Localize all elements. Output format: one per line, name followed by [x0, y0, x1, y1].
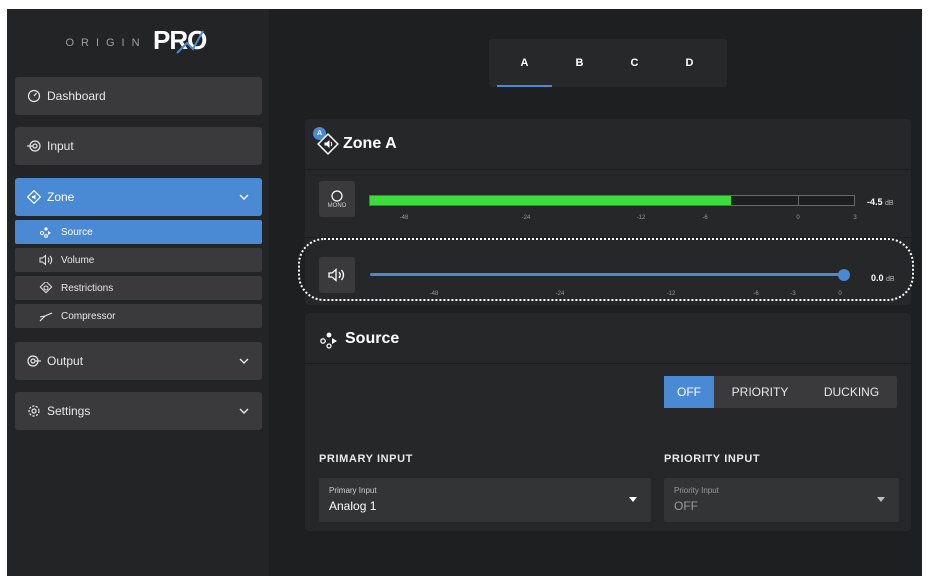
priority-input-value: OFF — [674, 499, 698, 513]
tab-zone-b[interactable]: B — [552, 39, 607, 87]
zone-tabs: A B C D — [489, 39, 727, 87]
tab-zone-d[interactable]: D — [662, 39, 717, 87]
meter-readout: -4.5 dB — [867, 197, 894, 207]
meter-tick: 0 — [796, 215, 800, 221]
sidebar-item-label: Settings — [47, 404, 91, 418]
priority-input-select: Priority Input OFF — [664, 478, 899, 522]
level-meter-fill — [370, 196, 731, 205]
sidebar-subitem-label: Volume — [61, 254, 95, 266]
compressor-icon — [39, 310, 53, 322]
app-window: ORIGIN PRO Dashboard Input Zone Source V… — [7, 9, 922, 576]
priority-input-heading: PRIORITY INPUT — [664, 453, 761, 465]
sidebar-item-label: Zone — [47, 190, 75, 204]
sidebar-item-input[interactable]: Input — [15, 127, 262, 165]
sidebar: ORIGIN PRO Dashboard Input Zone Source V… — [7, 9, 269, 576]
primary-input-heading: PRIMARY INPUT — [319, 453, 413, 465]
restrictions-icon — [39, 282, 53, 294]
sidebar-subitem-compressor[interactable]: Compressor — [15, 304, 262, 328]
sidebar-item-label: Output — [47, 354, 84, 368]
meter-zero-mark — [798, 195, 799, 206]
caret-down-icon — [877, 497, 885, 502]
source-divider — [305, 363, 911, 364]
sidebar-subitem-label: Source — [61, 226, 93, 238]
sidebar-item-label: Dashboard — [47, 89, 106, 103]
tab-zone-c[interactable]: C — [607, 39, 662, 87]
dashboard-icon — [27, 89, 41, 103]
zone-icon — [27, 190, 41, 204]
sidebar-item-settings[interactable]: Settings — [15, 392, 262, 430]
output-icon — [27, 354, 41, 368]
brand-logo: ORIGIN PRO — [7, 23, 269, 63]
meter-tick: -48 — [399, 215, 409, 221]
sidebar-subitem-label: Compressor — [61, 310, 116, 322]
sidebar-subitem-volume[interactable]: Volume — [15, 248, 262, 272]
chevron-down-icon — [239, 358, 249, 364]
mono-label: MONO — [327, 202, 347, 209]
brand-pro: PRO — [153, 25, 211, 62]
meter-tick: -12 — [636, 215, 646, 221]
priority-input-label: Priority Input — [674, 486, 719, 495]
primary-input-select[interactable]: Primary Input Analog 1 — [319, 478, 651, 522]
brand-origin: ORIGIN — [65, 37, 147, 49]
sidebar-item-label: Input — [47, 139, 74, 153]
meter-readout-value: -4.5 — [867, 197, 883, 207]
mono-button[interactable]: MONO — [319, 181, 355, 217]
gear-icon — [27, 404, 41, 418]
pro-logo-icon: PRO — [153, 25, 208, 55]
primary-input-value: Analog 1 — [329, 499, 377, 513]
meter-tick: 3 — [853, 215, 857, 221]
source-icon — [39, 226, 53, 238]
mode-priority-button[interactable]: PRIORITY — [714, 376, 806, 408]
tab-zone-a[interactable]: A — [497, 39, 552, 87]
sidebar-item-output[interactable]: Output — [15, 342, 262, 380]
mono-circle-icon — [331, 189, 343, 202]
sidebar-subitem-label: Restrictions — [61, 282, 114, 294]
mode-ducking-button[interactable]: DUCKING — [806, 376, 897, 408]
level-meter — [369, 195, 855, 206]
input-icon — [27, 139, 41, 153]
sidebar-subitem-restrictions[interactable]: Restrictions — [15, 276, 262, 300]
primary-input-label: Primary Input — [329, 486, 377, 495]
volume-icon — [39, 254, 53, 266]
zone-divider — [305, 169, 911, 170]
source-mode-toggle: OFF PRIORITY DUCKING — [664, 376, 897, 408]
source-title: Source — [345, 330, 400, 347]
meter-tick: -6 — [702, 215, 708, 221]
source-card: Source PRIMARY INPUT PRIORITY INPUT Prim… — [305, 313, 911, 531]
sidebar-item-zone[interactable]: Zone — [15, 178, 262, 216]
sidebar-subitem-source[interactable]: Source — [15, 220, 262, 244]
chevron-down-icon — [239, 194, 249, 200]
volume-row-highlight — [298, 238, 914, 301]
meter-readout-unit: dB — [885, 200, 894, 207]
source-icon — [320, 332, 337, 349]
zone-title: Zone A — [343, 135, 397, 152]
meter-tick: -24 — [521, 215, 531, 221]
caret-down-icon — [629, 497, 637, 502]
mode-off-button[interactable]: OFF — [664, 376, 714, 408]
chevron-down-icon — [239, 408, 249, 414]
zone-icon — [317, 133, 339, 155]
sidebar-item-dashboard[interactable]: Dashboard — [15, 77, 262, 115]
